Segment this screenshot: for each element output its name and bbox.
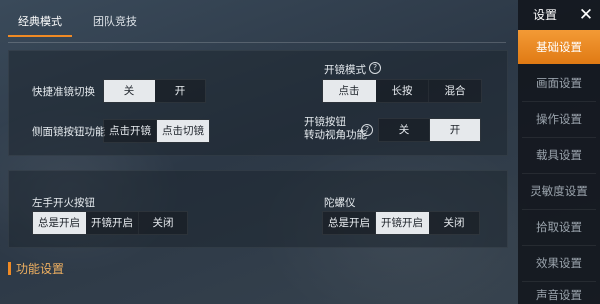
scope-rotate-label-line2: 转动视角功能 <box>304 129 367 141</box>
left-fire-scoped-option[interactable]: 开镜开启 <box>86 212 139 234</box>
scope-mode-help-icon[interactable]: ? <box>369 62 381 74</box>
gyro-label: 陀螺仪 <box>324 197 356 209</box>
close-icon[interactable]: ✕ <box>576 4 596 26</box>
quick-scope-toggle: 关 开 <box>103 79 206 103</box>
scope-mode-label: 开镜模式 <box>324 64 366 76</box>
left-fire-selector: 总是开启 开镜开启 关闭 <box>32 211 188 235</box>
sidebar-item-basic[interactable]: 基础设置 <box>518 30 600 64</box>
sidebar-item-pickup[interactable]: 拾取设置 <box>518 210 600 244</box>
scope-rotate-off-option[interactable]: 关 <box>379 119 430 141</box>
tab-label: 团队竞技 <box>93 15 137 28</box>
quick-scope-label: 快捷准镜切换 <box>32 86 95 98</box>
active-tab-indicator <box>8 35 72 37</box>
sidebar-item-sensitivity[interactable]: 灵敏度设置 <box>518 174 600 208</box>
scope-rotate-on-option[interactable]: 开 <box>430 119 480 141</box>
gyro-off-option[interactable]: 关闭 <box>429 212 479 234</box>
left-fire-always-option[interactable]: 总是开启 <box>33 212 86 234</box>
sidebar-item-vehicle[interactable]: 载具设置 <box>518 138 600 172</box>
scope-rotate-label-line1: 开镜按钮 <box>304 116 346 128</box>
sidebar-title: 设置 <box>532 8 557 22</box>
quick-scope-off-option[interactable]: 关 <box>104 80 155 102</box>
gyro-scoped-option[interactable]: 开镜开启 <box>376 212 429 234</box>
side-scope-label: 侧面镜按钮功能 <box>32 126 106 138</box>
tab-divider <box>8 42 506 43</box>
left-fire-label: 左手开火按钮 <box>32 197 95 209</box>
quick-scope-on-option[interactable]: 开 <box>155 80 205 102</box>
section-title: 功能设置 <box>16 262 65 276</box>
side-scope-open-option[interactable]: 点击开镜 <box>104 120 157 142</box>
section-accent-bar <box>8 262 11 275</box>
scope-mode-tap-option[interactable]: 点击 <box>323 80 376 102</box>
scope-mode-mixed-option[interactable]: 混合 <box>429 80 481 102</box>
left-fire-off-option[interactable]: 关闭 <box>139 212 187 234</box>
gyro-always-option[interactable]: 总是开启 <box>323 212 376 234</box>
gyro-selector: 总是开启 开镜开启 关闭 <box>322 211 480 235</box>
sidebar-item-audio[interactable]: 声音设置 <box>518 282 600 304</box>
tab-team-deathmatch[interactable]: 团队竞技 <box>82 9 148 35</box>
tab-classic-mode[interactable]: 经典模式 <box>8 9 72 37</box>
scope-rotate-toggle: 关 开 <box>378 118 481 142</box>
scope-mode-hold-option[interactable]: 长按 <box>376 80 429 102</box>
scope-rotate-help-icon[interactable]: ? <box>361 124 373 136</box>
sidebar-item-effects[interactable]: 效果设置 <box>518 246 600 280</box>
mode-tab-bar: 经典模式 团队竞技 <box>0 0 512 42</box>
tab-label: 经典模式 <box>18 15 62 28</box>
side-scope-selector: 点击开镜 点击切镜 <box>103 119 210 143</box>
scope-rotate-label: 开镜按钮 转动视角功能 <box>304 116 367 142</box>
scope-mode-selector: 点击 长按 混合 <box>322 79 482 103</box>
sidebar-item-graphics[interactable]: 画面设置 <box>518 66 600 100</box>
side-scope-switch-option[interactable]: 点击切镜 <box>157 120 209 142</box>
sidebar-item-controls[interactable]: 操作设置 <box>518 102 600 136</box>
